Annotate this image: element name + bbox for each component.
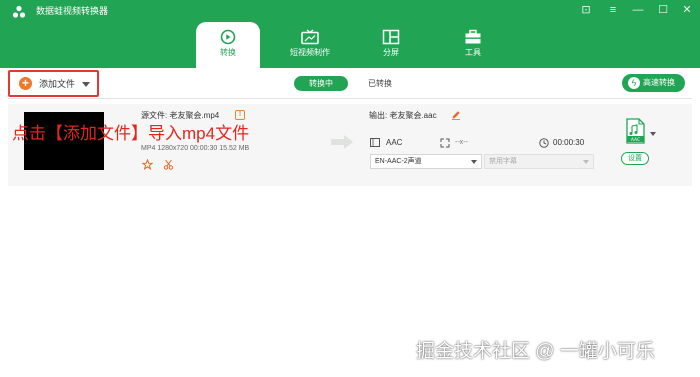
tutorial-annotation: 点击【添加文件】导入mp4文件 (12, 124, 250, 143)
arrow-right-icon (331, 135, 353, 149)
fast-convert-label: 高速转换 (643, 78, 675, 87)
info-icon[interactable]: ! (235, 110, 245, 120)
tv-icon (301, 29, 319, 45)
tab-split-screen[interactable]: 分屏 (359, 22, 423, 68)
chevron-down-icon (471, 160, 477, 164)
effects-icon[interactable] (142, 159, 153, 170)
edit-icon[interactable] (451, 110, 461, 120)
fast-convert-button[interactable]: ϟ 高速转换 (622, 74, 685, 92)
add-icon: + (19, 77, 32, 90)
source-file-name: 源文件: 老友聚会.mp4 (141, 111, 220, 120)
subtitle-value: 禁用字幕 (489, 158, 517, 165)
tab-label: 分屏 (383, 48, 399, 57)
resolution-icon (440, 138, 450, 148)
toolbar: + 添加文件 转换中 已转换 ϟ 高速转换 (0, 68, 700, 98)
tab-tools[interactable]: 工具 (441, 22, 505, 68)
video-track-icon (370, 138, 380, 147)
divider (8, 98, 692, 99)
chevron-down-icon[interactable] (650, 132, 656, 136)
add-file-button[interactable]: + 添加文件 (8, 70, 99, 97)
menu-icon[interactable]: ≡ (605, 3, 621, 17)
file-meta: MP4 1280x720 00:00:30 15.52 MB (141, 145, 250, 152)
convert-icon (220, 29, 236, 45)
feedback-icon[interactable]: ⊡ (578, 3, 594, 17)
audio-track-select[interactable]: EN-AAC-2声道 (370, 154, 482, 169)
tab-short-video[interactable]: 短视频制作 (278, 22, 342, 68)
title-bar: 数据蛙视频转换器 ⊡ ≡ — ☐ ✕ 转换 短视频制作 分屏 工具 (0, 0, 700, 68)
audio-track-value: EN-AAC-2声道 (375, 158, 422, 165)
add-file-label: 添加文件 (39, 79, 76, 89)
tab-converting[interactable]: 转换中 (294, 76, 348, 91)
chevron-down-icon[interactable] (82, 82, 90, 87)
toolbox-icon (465, 29, 481, 44)
duration-value: 00:00:30 (553, 138, 585, 147)
subtitle-select[interactable]: 禁用字幕 (484, 154, 594, 169)
tab-convert[interactable]: 转换 (196, 22, 260, 68)
list-item[interactable]: 源文件: 老友聚会.mp4 ! MP4 1280x720 00:00:30 15… (8, 104, 692, 186)
lightning-icon: ϟ (628, 77, 640, 89)
tab-converted[interactable]: 已转换 (358, 76, 402, 91)
app-logo-icon (12, 5, 26, 18)
tab-label: 工具 (465, 48, 481, 57)
output-file-name: 输出: 老友聚会.aac (369, 111, 437, 120)
app-title: 数据蛙视频转换器 (36, 6, 109, 16)
close-icon[interactable]: ✕ (679, 3, 695, 17)
tab-label: 转换 (220, 48, 236, 57)
chevron-down-icon (583, 160, 589, 164)
split-screen-icon (382, 29, 400, 45)
tab-label: 短视频制作 (290, 48, 330, 57)
format-badge-text: AAC (631, 137, 640, 143)
video-track-label: AAC (386, 138, 403, 147)
scissors-icon[interactable] (163, 159, 174, 170)
settings-button[interactable]: 设置 (621, 152, 649, 165)
maximize-icon[interactable]: ☐ (655, 3, 671, 17)
resolution-value: --x-- (455, 139, 468, 146)
clock-icon (539, 138, 549, 148)
minimize-icon[interactable]: — (630, 3, 646, 17)
watermark: 掘金技术社区 @ 一罐小可乐 (416, 341, 655, 362)
aac-format-icon[interactable]: AAC (624, 118, 646, 144)
